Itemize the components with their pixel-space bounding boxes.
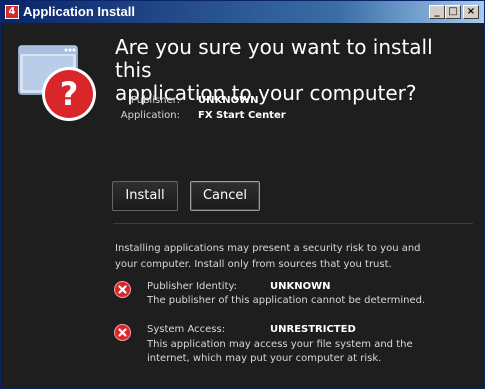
application-install-window: 4 Application Install _ □ × ? Are you su… [0, 0, 485, 389]
title-bar[interactable]: 4 Application Install _ □ × [1, 1, 484, 23]
publisher-label: Publisher: [130, 95, 180, 106]
risk-label-publisher: Publisher Identity: [147, 281, 238, 292]
warning-line-1: Installing applications may present a se… [115, 243, 421, 254]
maximize-button[interactable]: □ [445, 5, 461, 19]
risk-value-system: UNRESTRICTED [270, 324, 356, 335]
error-x-icon [114, 281, 131, 298]
dialog-content: ? Are you sure you want to install this … [2, 23, 483, 388]
warning-line-2: your computer. Install only from sources… [115, 259, 392, 270]
minimize-button[interactable]: _ [429, 5, 445, 19]
error-x-icon [114, 324, 131, 341]
heading-line-1: Are you sure you want to install this [115, 35, 433, 82]
cancel-button[interactable]: Cancel [190, 181, 260, 211]
risk-desc-publisher: The publisher of this application cannot… [147, 294, 477, 308]
risk-desc-line: This application may access your file sy… [147, 339, 413, 350]
window-title: Application Install [23, 4, 135, 19]
risk-desc-line: The publisher of this application cannot… [147, 295, 426, 306]
risk-label-system: System Access: [147, 324, 226, 335]
close-button[interactable]: × [463, 5, 479, 19]
divider [113, 223, 473, 224]
install-warning-icon: ? [18, 45, 96, 121]
risk-value-publisher: UNKNOWN [270, 281, 331, 292]
application-value: FX Start Center [198, 110, 286, 121]
svg-text:?: ? [60, 75, 79, 113]
risk-desc-system: This application may access your file sy… [147, 338, 477, 366]
security-warning-text: Installing applications may present a se… [115, 241, 465, 273]
install-button[interactable]: Install [112, 181, 178, 211]
application-label: Application: [120, 110, 180, 121]
app-icon: 4 [5, 5, 19, 19]
publisher-value: UNKNOWN [198, 95, 259, 106]
risk-desc-line: internet, which may put your computer at… [147, 353, 382, 364]
